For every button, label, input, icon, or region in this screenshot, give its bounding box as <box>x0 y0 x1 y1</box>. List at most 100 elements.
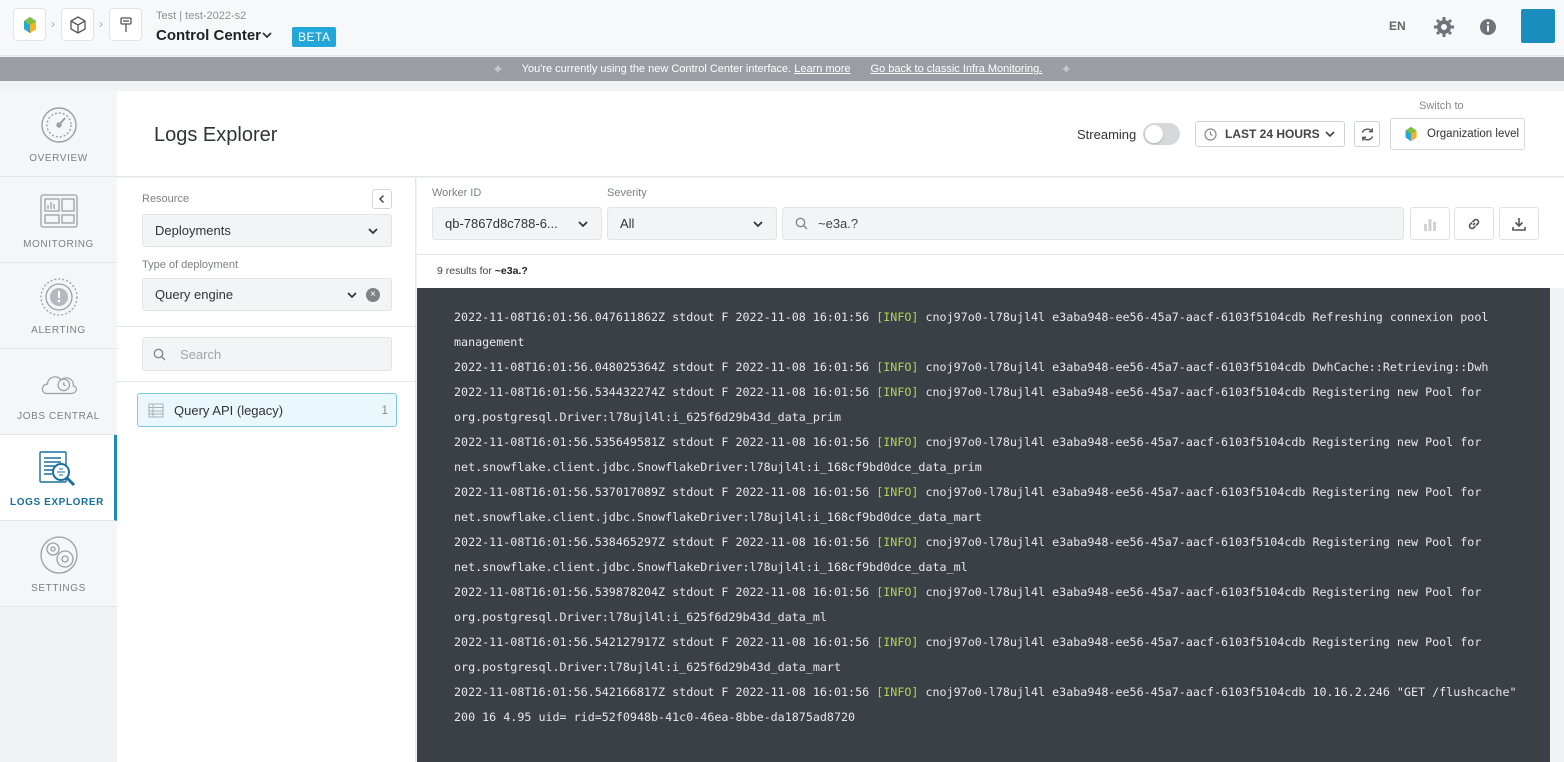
chevron-down-icon <box>1325 131 1335 138</box>
log-line: 2022-11-08T16:01:56.539878204Z stdout F … <box>454 580 1524 630</box>
log-level: [INFO] <box>876 485 919 499</box>
time-range-label: LAST 24 HOURS <box>1225 127 1320 141</box>
streaming-label: Streaming <box>1077 127 1137 142</box>
nav-label: LOGS EXPLORER <box>10 497 104 508</box>
chevron-down-icon <box>368 228 378 235</box>
nav-item-settings[interactable]: SETTINGS <box>0 521 117 607</box>
worker-id-select[interactable]: qb-7867d8c788-6... <box>432 207 602 240</box>
collapse-panel-button[interactable] <box>372 189 392 209</box>
learn-more-link[interactable]: Learn more <box>794 63 850 75</box>
resource-search-input[interactable]: Search <box>142 337 392 371</box>
resource-value: Deployments <box>155 223 231 238</box>
organization-level-button[interactable]: Organization level <box>1390 118 1525 150</box>
breadcrumb-separator-icon: › <box>51 17 55 31</box>
sparkle-icon: ✦ <box>1060 60 1073 77</box>
log-prefix: 2022-11-08T16:01:56.542166817Z stdout F … <box>454 685 877 699</box>
nav-label: ALERTING <box>31 325 86 336</box>
log-level: [INFO] <box>876 585 919 599</box>
go-back-link[interactable]: Go back to classic Infra Monitoring. <box>871 63 1043 75</box>
chevron-down-icon <box>578 221 588 228</box>
toggle-knob <box>1145 125 1163 143</box>
log-line: 2022-11-08T16:01:56.534432274Z stdout F … <box>454 380 1524 430</box>
nav-item-alerting[interactable]: ALERTING <box>0 263 117 349</box>
switch-to-label: Switch to <box>1419 100 1464 112</box>
cloud-jobs-icon <box>39 363 79 403</box>
results-query: ~e3a.? <box>494 265 528 277</box>
resource-select[interactable]: Deployments <box>142 214 392 247</box>
nav-item-jobs-central[interactable]: JOBS CENTRAL <box>0 349 117 435</box>
table-icon <box>148 403 164 417</box>
list-item-count: 1 <box>381 403 388 417</box>
logs-search-icon <box>37 449 77 489</box>
divider <box>117 326 416 327</box>
top-bar: › › Test | test-2022-s2 Control Center B… <box>0 0 1564 56</box>
info-icon[interactable] <box>1479 18 1497 36</box>
page-header: Logs Explorer Streaming LAST 24 HOURS Sw… <box>117 91 1564 177</box>
breadcrumb-separator-icon: › <box>99 17 103 31</box>
clear-icon[interactable]: × <box>366 288 380 302</box>
log-prefix: 2022-11-08T16:01:56.539878204Z stdout F … <box>454 585 877 599</box>
deployment-type-label: Type of deployment <box>142 259 239 271</box>
org-logo-icon <box>1405 126 1417 142</box>
nav-item-overview[interactable]: OVERVIEW <box>0 91 117 177</box>
log-level: [INFO] <box>876 310 919 324</box>
list-item[interactable]: Query API (legacy) 1 <box>137 393 397 427</box>
severity-value: All <box>620 216 635 231</box>
scrollbar[interactable] <box>1550 288 1564 762</box>
resource-panel: Resource Deployments Type of deployment … <box>117 178 416 762</box>
search-icon <box>795 217 808 230</box>
bar-chart-icon <box>1424 218 1436 231</box>
worker-id-value: qb-7867d8c788-6... <box>445 216 558 231</box>
nav-label: JOBS CENTRAL <box>17 411 100 422</box>
log-prefix: 2022-11-08T16:01:56.542127917Z stdout F … <box>454 635 877 649</box>
log-message: cnoj97o0-l78ujl4l e3aba948-ee56-45a7-aac… <box>918 360 1489 374</box>
nav-item-logs-explorer[interactable]: LOGS EXPLORER <box>0 435 117 521</box>
streaming-toggle[interactable] <box>1143 123 1180 145</box>
histogram-button[interactable] <box>1410 207 1450 240</box>
log-lines: 2022-11-08T16:01:56.047611862Z stdout F … <box>454 305 1524 730</box>
time-range-select[interactable]: LAST 24 HOURS <box>1195 121 1345 147</box>
chevron-down-icon <box>753 221 763 228</box>
language-selector[interactable]: EN <box>1389 19 1406 33</box>
deployment-type-select[interactable]: Query engine × <box>142 278 392 311</box>
project-title[interactable]: Control Center <box>156 27 261 44</box>
project-subtitle: Test | test-2022-s2 <box>156 10 247 22</box>
log-query-input[interactable] <box>818 216 1378 231</box>
chevron-down-icon[interactable] <box>261 29 273 41</box>
chevron-down-icon <box>347 292 357 299</box>
copy-link-button[interactable] <box>1454 207 1494 240</box>
log-prefix: 2022-11-08T16:01:56.048025364Z stdout F … <box>454 360 877 374</box>
nav-label: SETTINGS <box>31 583 86 594</box>
settings-gear-icon <box>39 535 79 575</box>
user-avatar[interactable] <box>1521 9 1555 43</box>
sparkle-icon: ✦ <box>491 60 504 77</box>
log-level: [INFO] <box>876 535 919 549</box>
organization-level-label: Organization level <box>1427 128 1520 140</box>
link-icon <box>1468 218 1480 229</box>
log-prefix: 2022-11-08T16:01:56.535649581Z stdout F … <box>454 435 877 449</box>
banner-text: You're currently using the new Control C… <box>521 63 792 75</box>
log-query-search[interactable] <box>782 207 1404 240</box>
nav-label: OVERVIEW <box>29 153 88 164</box>
download-button[interactable] <box>1499 207 1539 240</box>
nav-item-monitoring[interactable]: MONITORING <box>0 177 117 263</box>
dashboard-icon <box>39 191 79 231</box>
results-count: 9 results for ~e3a.? <box>437 265 528 277</box>
log-level: [INFO] <box>876 360 919 374</box>
refresh-icon <box>1361 127 1373 141</box>
log-viewer[interactable]: 2022-11-08T16:01:56.047611862Z stdout F … <box>417 288 1550 762</box>
alert-icon <box>39 277 79 317</box>
severity-select[interactable]: All <box>607 207 777 240</box>
divider <box>117 381 416 382</box>
download-icon <box>1512 217 1526 231</box>
refresh-button[interactable] <box>1354 121 1380 147</box>
gear-icon[interactable] <box>1433 16 1455 38</box>
interface-banner: ✦ You're currently using the new Control… <box>0 57 1564 81</box>
nav-label: MONITORING <box>23 239 94 250</box>
divider <box>417 254 1564 255</box>
project-flag-icon[interactable] <box>109 8 142 41</box>
log-line: 2022-11-08T16:01:56.048025364Z stdout F … <box>454 355 1524 380</box>
app-logo-icon[interactable] <box>13 8 46 41</box>
organization-cube-icon[interactable] <box>61 8 94 41</box>
clock-icon <box>1204 127 1217 141</box>
